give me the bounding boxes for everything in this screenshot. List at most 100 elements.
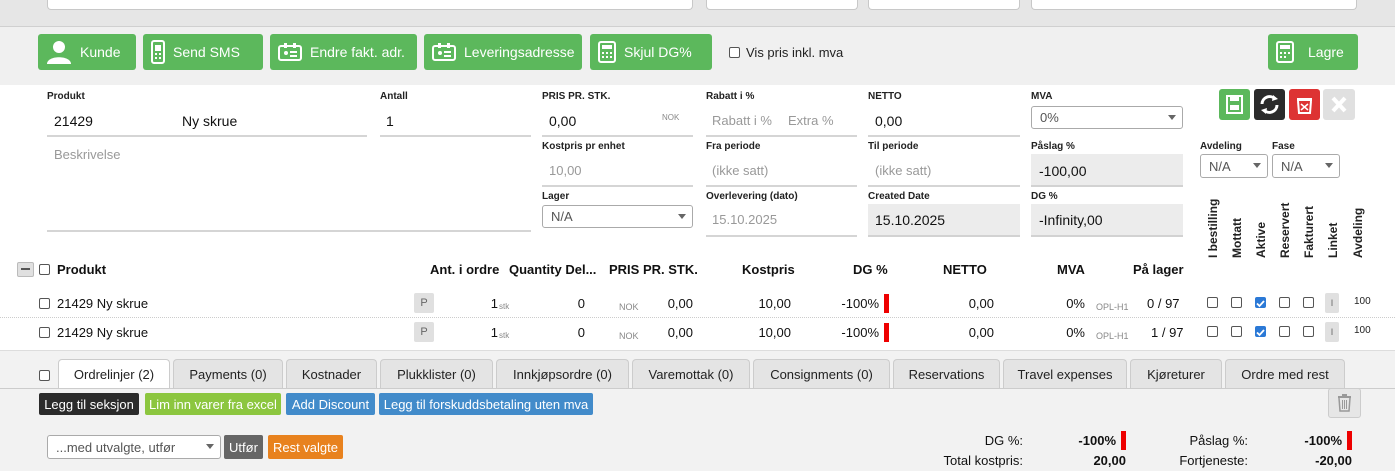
minus-icon xyxy=(21,268,30,270)
table-row[interactable] xyxy=(0,289,1395,318)
bulk-action-select[interactable]: ...med utvalgte, utfør xyxy=(47,435,221,459)
delete-line-button[interactable] xyxy=(1289,89,1320,120)
bulk-action-select-value: ...med utvalgte, utfør xyxy=(56,439,176,455)
rest-valgte-button[interactable]: Rest valgte xyxy=(268,435,343,459)
th-kostpris: Kostpris xyxy=(742,262,795,277)
antall-input[interactable]: 1 xyxy=(386,113,394,129)
row-p-button[interactable]: P xyxy=(414,293,434,313)
col-aktive: Aktive xyxy=(1254,221,1268,258)
tab-varemottak[interactable]: Varemottak (0) xyxy=(632,359,750,389)
netto-underline xyxy=(868,135,1020,137)
tab-reservations[interactable]: Reservations xyxy=(893,359,1000,389)
tab-kjoreturer[interactable]: Kjøreturer xyxy=(1130,359,1222,389)
row-aktive-checkbox[interactable] xyxy=(1255,297,1266,308)
skjul-dg-button[interactable]: Skjul DG% xyxy=(590,34,712,70)
tabs-select-checkbox[interactable] xyxy=(39,370,50,381)
vis-pris-checkbox[interactable] xyxy=(729,47,740,58)
refresh-line-button[interactable] xyxy=(1254,89,1285,120)
produkt-nr-value[interactable]: 21429 xyxy=(54,113,93,129)
top-field-3[interactable] xyxy=(868,0,1020,10)
row-linket-button[interactable]: I xyxy=(1325,293,1339,313)
tab-travel-expenses[interactable]: Travel expenses xyxy=(1003,359,1127,389)
row-i-bestilling-checkbox[interactable] xyxy=(1207,326,1218,337)
row-dg: -100% xyxy=(841,296,879,311)
top-field-2[interactable] xyxy=(706,0,858,10)
col-i-bestilling: I bestilling xyxy=(1206,198,1220,258)
lagre-button[interactable]: Lagre xyxy=(1268,34,1358,70)
row-dg: -100% xyxy=(841,325,879,340)
col-reservert: Reservert xyxy=(1278,202,1292,258)
kunde-button[interactable]: Kunde xyxy=(38,34,136,70)
rabatt-input[interactable]: Rabatt i % xyxy=(712,113,772,128)
tab-consignments[interactable]: Consignments (0) xyxy=(753,359,890,389)
refresh-icon xyxy=(1260,95,1279,114)
tab-ordrelinjer[interactable]: Ordrelinjer (2) xyxy=(58,359,170,389)
calculator-icon xyxy=(598,41,616,63)
produkt-underline xyxy=(47,135,367,137)
collapse-button[interactable] xyxy=(17,262,34,277)
lager-select[interactable]: N/A xyxy=(542,205,693,228)
fase-select[interactable]: N/A xyxy=(1272,154,1340,178)
tab-innkjopsordre[interactable]: Innkjøpsordre (0) xyxy=(496,359,629,389)
total-paslag-value: -100% xyxy=(1304,433,1342,448)
row-checkbox[interactable] xyxy=(39,327,50,338)
endre-fakt-adr-button[interactable]: Endre fakt. adr. xyxy=(270,34,417,70)
row-i-bestilling-checkbox[interactable] xyxy=(1207,297,1218,308)
leveringsadresse-button[interactable]: Leveringsadresse xyxy=(424,34,582,70)
legg-til-seksjon-button[interactable]: Legg til seksjon xyxy=(39,393,139,415)
row-mottatt-checkbox[interactable] xyxy=(1231,326,1242,337)
table-row[interactable] xyxy=(0,318,1395,347)
check-icon xyxy=(1256,329,1265,337)
row-avdeling: 100 xyxy=(1354,325,1371,336)
row-netto: 0,00 xyxy=(968,296,994,311)
row-linket-button[interactable]: I xyxy=(1325,322,1339,342)
row-checkbox[interactable] xyxy=(39,298,50,309)
forskuddsbetaling-button[interactable]: Legg til forskuddsbetaling uten mva xyxy=(379,393,593,415)
produkt-navn-value[interactable]: Ny skrue xyxy=(182,113,237,129)
col-fakturert: Fakturert xyxy=(1302,205,1316,258)
tab-ordre-med-rest[interactable]: Ordre med rest xyxy=(1225,359,1345,389)
user-icon xyxy=(47,41,71,64)
mva-select[interactable]: 0% xyxy=(1031,106,1183,129)
pris-input[interactable]: 0,00 xyxy=(549,113,576,129)
row-fakturert-checkbox[interactable] xyxy=(1303,326,1314,337)
row-mottatt-checkbox[interactable] xyxy=(1231,297,1242,308)
top-field-4[interactable] xyxy=(1031,0,1357,10)
fra-periode-input[interactable]: (ikke satt) xyxy=(712,163,768,178)
row-unit: stk xyxy=(499,302,510,311)
row-produkt[interactable]: 21429 Ny skrue xyxy=(57,325,148,340)
save-line-button[interactable] xyxy=(1219,89,1250,120)
utfor-button[interactable]: Utfør xyxy=(224,435,263,459)
top-field-1[interactable] xyxy=(47,0,693,10)
select-all-checkbox[interactable] xyxy=(39,264,50,275)
row-p-button[interactable]: P xyxy=(414,322,434,342)
row-location: OPL-H1 xyxy=(1096,302,1129,312)
row-dg-indicator xyxy=(884,323,889,342)
paslag-label: Påslag % xyxy=(1031,141,1075,152)
netto-input[interactable]: 0,00 xyxy=(875,113,902,129)
tab-payments[interactable]: Payments (0) xyxy=(173,359,283,389)
beskrivelse-textarea[interactable]: Beskrivelse xyxy=(54,147,120,162)
row-aktive-checkbox[interactable] xyxy=(1255,326,1266,337)
delete-selected-button[interactable] xyxy=(1328,388,1361,418)
kostpris-input[interactable]: 10,00 xyxy=(549,163,582,178)
row-produkt[interactable]: 21429 Ny skrue xyxy=(57,296,148,311)
extra-input[interactable]: Extra % xyxy=(788,113,834,128)
row-fakturert-checkbox[interactable] xyxy=(1303,297,1314,308)
address-card-icon xyxy=(432,43,456,61)
row-reservert-checkbox[interactable] xyxy=(1279,297,1290,308)
til-periode-input[interactable]: (ikke satt) xyxy=(875,163,931,178)
close-line-button[interactable] xyxy=(1323,89,1355,120)
created-date-label: Created Date xyxy=(868,191,930,202)
lim-inn-button[interactable]: Lim inn varer fra excel xyxy=(145,393,281,415)
overlevering-input[interactable]: 15.10.2025 xyxy=(712,212,777,227)
send-sms-button[interactable]: Send SMS xyxy=(143,34,263,70)
til-periode-label: Til periode xyxy=(868,141,919,152)
overlevering-underline xyxy=(706,235,857,237)
tab-plukklister[interactable]: Plukklister (0) xyxy=(380,359,493,389)
row-reservert-checkbox[interactable] xyxy=(1279,326,1290,337)
avdeling-select[interactable]: N/A xyxy=(1200,154,1268,178)
th-mva: MVA xyxy=(1057,262,1085,277)
tab-kostnader[interactable]: Kostnader xyxy=(286,359,377,389)
add-discount-button[interactable]: Add Discount xyxy=(286,393,375,415)
